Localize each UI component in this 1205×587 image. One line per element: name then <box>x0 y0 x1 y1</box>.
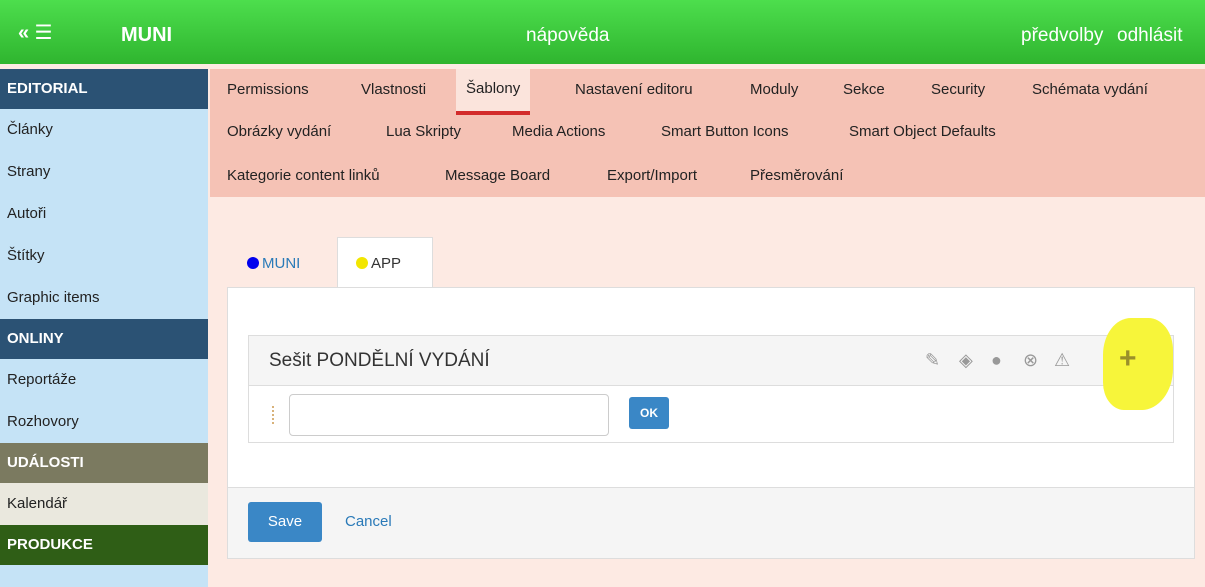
template-panel: Sešit PONDĚLNÍ VYDÁNÍ ✎ ◈ ● ⊗ ⚠ + OK Sav… <box>227 287 1195 559</box>
tab-message-board[interactable]: Message Board <box>445 167 550 184</box>
preferences-link[interactable]: předvolby <box>1021 25 1103 47</box>
subtab-muni[interactable]: MUNI <box>247 237 300 288</box>
save-button[interactable]: Save <box>248 502 322 542</box>
tab-smart-object-defaults[interactable]: Smart Object Defaults <box>849 123 996 140</box>
tab-smart-button-icons[interactable]: Smart Button Icons <box>661 123 789 140</box>
sidebar-item-rozhovory[interactable]: Rozhovory <box>0 401 208 443</box>
add-icon[interactable]: + <box>1119 344 1137 374</box>
sidebar-header-editorial[interactable]: EDITORIAL <box>0 69 208 109</box>
panel-footer: Save Cancel <box>228 487 1194 558</box>
warning-icon[interactable]: ⚠ <box>1054 350 1070 370</box>
sidebar-header-onliny[interactable]: ONLINY <box>0 319 208 359</box>
tab-sablony[interactable]: Šablony <box>456 69 531 115</box>
template-group: Sešit PONDĚLNÍ VYDÁNÍ ✎ ◈ ● ⊗ ⚠ + OK <box>248 318 1174 443</box>
blue-dot-icon <box>247 257 259 269</box>
sidebar-item-autori[interactable]: Autoři <box>0 193 208 235</box>
main-content: MUNI APP Sešit PONDĚLNÍ VYDÁNÍ ✎ ◈ ● ⊗ ⚠… <box>210 197 1205 587</box>
sidebar-item-reportaze[interactable]: Reportáže <box>0 359 208 401</box>
tab-kategorie-content-linku[interactable]: Kategorie content linků <box>227 167 380 184</box>
tab-lua-skripty[interactable]: Lua Skripty <box>386 123 461 140</box>
tab-nastaveni-editoru[interactable]: Nastavení editoru <box>575 81 693 98</box>
sidebar-item-graphic-items[interactable]: Graphic items <box>0 277 208 319</box>
ok-button[interactable]: OK <box>629 397 669 429</box>
tab-permissions[interactable]: Permissions <box>227 81 309 98</box>
sidebar-item-strany[interactable]: Strany <box>0 151 208 193</box>
tab-sekce[interactable]: Sekce <box>843 81 885 98</box>
brand-title[interactable]: MUNI <box>121 24 172 46</box>
yellow-dot-icon <box>356 257 368 269</box>
subtab-app[interactable]: APP <box>337 237 433 288</box>
sidebar-item-clanky[interactable]: Články <box>0 109 208 151</box>
remove-icon[interactable]: ⊗ <box>1023 350 1038 370</box>
drag-handle-icon[interactable] <box>272 406 275 424</box>
tab-schemata-vydani[interactable]: Schémata vydání <box>1032 81 1148 98</box>
top-bar: « ☰ MUNI nápověda předvolby odhlásit <box>0 0 1205 64</box>
sidebar-header-udalosti[interactable]: UDÁLOSTI <box>0 443 208 483</box>
tab-media-actions[interactable]: Media Actions <box>512 123 605 140</box>
tab-presmerovani[interactable]: Přesměrování <box>750 167 843 184</box>
tab-export-import[interactable]: Export/Import <box>607 167 697 184</box>
sidebar-header-produkce[interactable]: PRODUKCE <box>0 525 208 565</box>
sidebar-item-kalendar[interactable]: Kalendář <box>0 483 208 525</box>
sidebar-item-stitky[interactable]: Štítky <box>0 235 208 277</box>
yellow-highlight-marker <box>1103 318 1173 410</box>
edit-icon[interactable]: ✎ <box>925 350 940 370</box>
help-link[interactable]: nápověda <box>526 25 609 47</box>
subtab-muni-label: MUNI <box>262 255 301 272</box>
hide-icon[interactable]: ◈ <box>959 350 973 370</box>
tab-moduly[interactable]: Moduly <box>750 81 798 98</box>
menu-toggle-icon[interactable]: « ☰ <box>18 22 53 44</box>
settings-tabs: Permissions Vlastnosti Šablony Nastavení… <box>210 69 1205 197</box>
tab-security[interactable]: Security <box>931 81 985 98</box>
logout-link[interactable]: odhlásit <box>1117 25 1183 47</box>
group-title: Sešit PONDĚLNÍ VYDÁNÍ <box>269 350 490 371</box>
subtab-app-label: APP <box>371 255 402 272</box>
cancel-button[interactable]: Cancel <box>345 513 392 530</box>
group-header: Sešit PONDĚLNÍ VYDÁNÍ ✎ ◈ ● ⊗ ⚠ + <box>249 318 1173 410</box>
tab-obrazky-vydani[interactable]: Obrázky vydání <box>227 123 331 140</box>
drop-icon[interactable]: ● <box>991 350 1002 370</box>
tab-vlastnosti[interactable]: Vlastnosti <box>361 81 426 98</box>
sidebar: EDITORIAL Články Strany Autoři Štítky Gr… <box>0 69 208 587</box>
new-item-input[interactable] <box>289 394 609 436</box>
